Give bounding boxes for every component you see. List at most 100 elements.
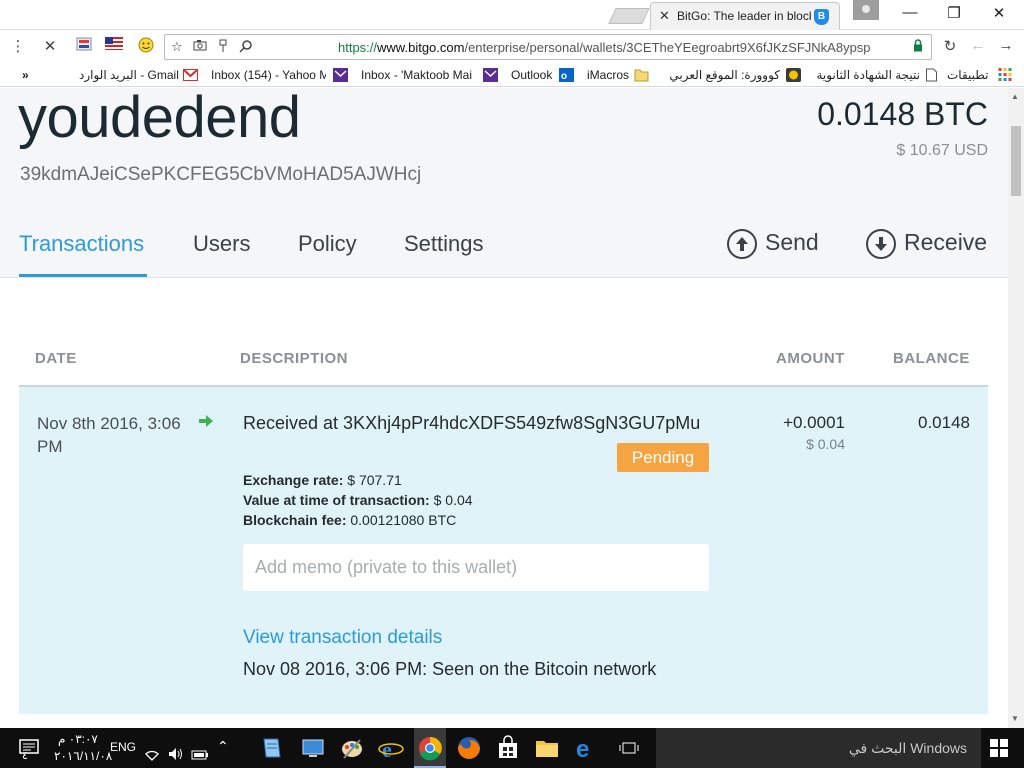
apps-grid-icon bbox=[998, 68, 1012, 81]
wallet-balance-btc: 0.0148 BTC bbox=[817, 96, 988, 132]
bookmark-star-icon[interactable]: ☆ bbox=[171, 39, 183, 55]
bookmark-yahoo[interactable]: Inbox (154) - Yahoo M bbox=[211, 68, 326, 82]
store-app-icon[interactable] bbox=[494, 734, 522, 762]
exchange-rate: Exchange rate: $ 707.71 bbox=[243, 472, 402, 488]
column-header-description[interactable]: DESCRIPTION bbox=[240, 350, 348, 367]
scrollbar-thumb[interactable] bbox=[1011, 126, 1021, 196]
chrome-app-icon[interactable] bbox=[416, 734, 444, 762]
transaction-description: Received at 3KXhj4pPr4hdcXDFS549zfw8SgN3… bbox=[243, 413, 701, 433]
battery-icon[interactable] bbox=[191, 741, 209, 769]
yahoo-mail-icon bbox=[333, 68, 348, 82]
pin-extension-icon[interactable] bbox=[217, 39, 229, 56]
windows-search-box[interactable]: البحث في Windows bbox=[656, 728, 981, 768]
bookmark-gmail[interactable]: البريد الوارد - Gmail bbox=[79, 68, 179, 82]
us-flag-icon[interactable] bbox=[104, 37, 124, 54]
paint-app-icon[interactable] bbox=[338, 734, 366, 762]
file-explorer-icon[interactable] bbox=[533, 734, 561, 762]
tab-transactions[interactable]: Transactions bbox=[19, 231, 144, 257]
maximize-button[interactable]: ❐ bbox=[939, 4, 969, 24]
gmail-icon bbox=[183, 69, 198, 81]
tab-users[interactable]: Users bbox=[193, 231, 250, 257]
wallet-balance-usd: $ 10.67 USD bbox=[896, 142, 988, 159]
back-icon[interactable]: ← bbox=[968, 37, 988, 54]
outlook-icon: o bbox=[559, 68, 574, 82]
close-tab-icon[interactable]: ✕ bbox=[659, 8, 670, 24]
notification-count: ٤ bbox=[22, 750, 28, 762]
browser-tab[interactable]: ✕ BitGo: The leader in blockchain B bbox=[650, 2, 840, 30]
bookmark-imacros[interactable]: iMacros bbox=[587, 68, 629, 82]
transaction-balance: 0.0148 bbox=[918, 413, 970, 432]
reload-icon[interactable]: ↻ bbox=[940, 37, 960, 55]
firefox-app-icon[interactable] bbox=[455, 734, 483, 762]
wifi-icon[interactable] bbox=[143, 740, 161, 768]
edge-app-icon[interactable]: e bbox=[572, 734, 600, 762]
show-hidden-icons-icon[interactable]: ⌃ bbox=[217, 738, 229, 755]
bitgo-favicon-icon: B bbox=[814, 9, 829, 25]
scroll-up-icon[interactable]: ▲ bbox=[1011, 92, 1019, 101]
bookmark-maktoob[interactable]: Inbox - 'Maktoob Mai bbox=[361, 68, 476, 82]
column-header-amount[interactable]: AMOUNT bbox=[776, 350, 845, 367]
volume-icon[interactable] bbox=[167, 740, 185, 768]
tab-settings[interactable]: Settings bbox=[404, 231, 484, 257]
status-badge: Pending bbox=[617, 443, 709, 472]
page-content: youdedend 39kdmAJeiCSePKCFEG5CbVMoHAD5AJ… bbox=[0, 88, 1008, 728]
profile-icon[interactable] bbox=[853, 0, 879, 20]
bookmark-kooora[interactable]: كووورة: الموقع العربي bbox=[668, 68, 780, 82]
tab-title: BitGo: The leader in blockchain bbox=[677, 9, 811, 23]
clock-time[interactable]: ٠٣:٠٧ م bbox=[58, 732, 98, 746]
windows-taskbar: ٤ ٠٣:٠٧ م ٢٠١٦/١١/٠٨ ENG ⌃ e e البحث في … bbox=[0, 728, 1024, 768]
wallet-header: youdedend 39kdmAJeiCSePKCFEG5CbVMoHAD5AJ… bbox=[0, 88, 1008, 278]
receive-label: Receive bbox=[904, 229, 988, 256]
transaction-date: Nov 8th 2016, 3:06 PM bbox=[37, 414, 181, 456]
camera-extension-icon[interactable] bbox=[193, 39, 207, 54]
transaction-amount: +0.0001 bbox=[783, 413, 845, 432]
view-transaction-details-link[interactable]: View transaction details bbox=[243, 627, 442, 649]
page-scrollbar[interactable]: ▲ ▼ bbox=[1008, 88, 1024, 728]
remote-desktop-app-icon[interactable] bbox=[299, 734, 327, 762]
windows-start-icon[interactable] bbox=[990, 739, 1008, 757]
notepad-app-icon[interactable] bbox=[258, 734, 286, 762]
scroll-down-icon[interactable]: ▼ bbox=[1011, 714, 1019, 723]
bookmark-outlook[interactable]: Outlook bbox=[511, 68, 552, 82]
language-indicator[interactable]: ENG bbox=[110, 740, 136, 754]
menu-icon[interactable]: ⋮ bbox=[8, 37, 28, 55]
receive-button[interactable]: Receive bbox=[866, 229, 987, 259]
wallet-name: youdedend bbox=[18, 88, 301, 150]
clock-date[interactable]: ٢٠١٦/١١/٠٨ bbox=[54, 749, 112, 763]
address-bar[interactable]: ☆ https://www.bitgo.com/enterprise/perso… bbox=[164, 34, 932, 60]
bookmarks-overflow-button[interactable]: » bbox=[22, 68, 29, 82]
send-button[interactable]: Send bbox=[727, 229, 819, 259]
new-tab-button[interactable] bbox=[608, 8, 650, 24]
column-header-balance[interactable]: BALANCE bbox=[893, 350, 970, 367]
memo-input[interactable] bbox=[243, 544, 709, 591]
transaction-row[interactable]: Nov 8th 2016, 3:06 PM Received at 3KXhj4… bbox=[19, 387, 988, 714]
memo-field-wrapper bbox=[243, 544, 709, 591]
transaction-seen-status: Nov 08 2016, 3:06 PM: Seen on the Bitcoi… bbox=[243, 659, 657, 679]
forward-icon[interactable]: → bbox=[996, 37, 1016, 54]
maktoob-mail-icon bbox=[483, 68, 498, 82]
bookmark-exam-results[interactable]: نتيجة الشهادة الثانوية bbox=[812, 68, 920, 82]
svg-text:e: e bbox=[382, 737, 392, 762]
emoji-extension-icon[interactable] bbox=[136, 37, 156, 57]
value-at-transaction: Value at time of transaction: $ 0.04 bbox=[243, 492, 473, 508]
internet-explorer-icon[interactable]: e bbox=[377, 734, 405, 762]
secure-lock-icon[interactable] bbox=[913, 39, 923, 52]
blockchain-fee: Blockchain fee: 0.00121080 BTC bbox=[243, 512, 457, 528]
url-text[interactable]: https://www.bitgo.com/enterprise/persona… bbox=[338, 40, 871, 55]
task-view-icon[interactable] bbox=[618, 734, 640, 762]
stop-icon[interactable]: ✕ bbox=[40, 37, 60, 55]
tab-strip: ✕ BitGo: The leader in blockchain B — ❐ … bbox=[0, 0, 1024, 30]
extension-icon[interactable] bbox=[74, 37, 94, 55]
kooora-icon bbox=[786, 68, 801, 82]
active-tab-indicator bbox=[19, 274, 147, 277]
minimize-button[interactable]: — bbox=[895, 4, 925, 24]
incoming-arrow-icon bbox=[199, 415, 213, 427]
bookmark-apps[interactable]: تطبيقات bbox=[947, 68, 988, 82]
close-window-button[interactable]: ✕ bbox=[984, 4, 1014, 24]
zoom-icon[interactable] bbox=[239, 39, 253, 56]
column-header-date[interactable]: DATE bbox=[35, 350, 77, 367]
tab-policy[interactable]: Policy bbox=[298, 231, 357, 257]
send-label: Send bbox=[765, 229, 819, 256]
up-arrow-icon bbox=[727, 229, 757, 259]
svg-text:e: e bbox=[576, 736, 589, 762]
